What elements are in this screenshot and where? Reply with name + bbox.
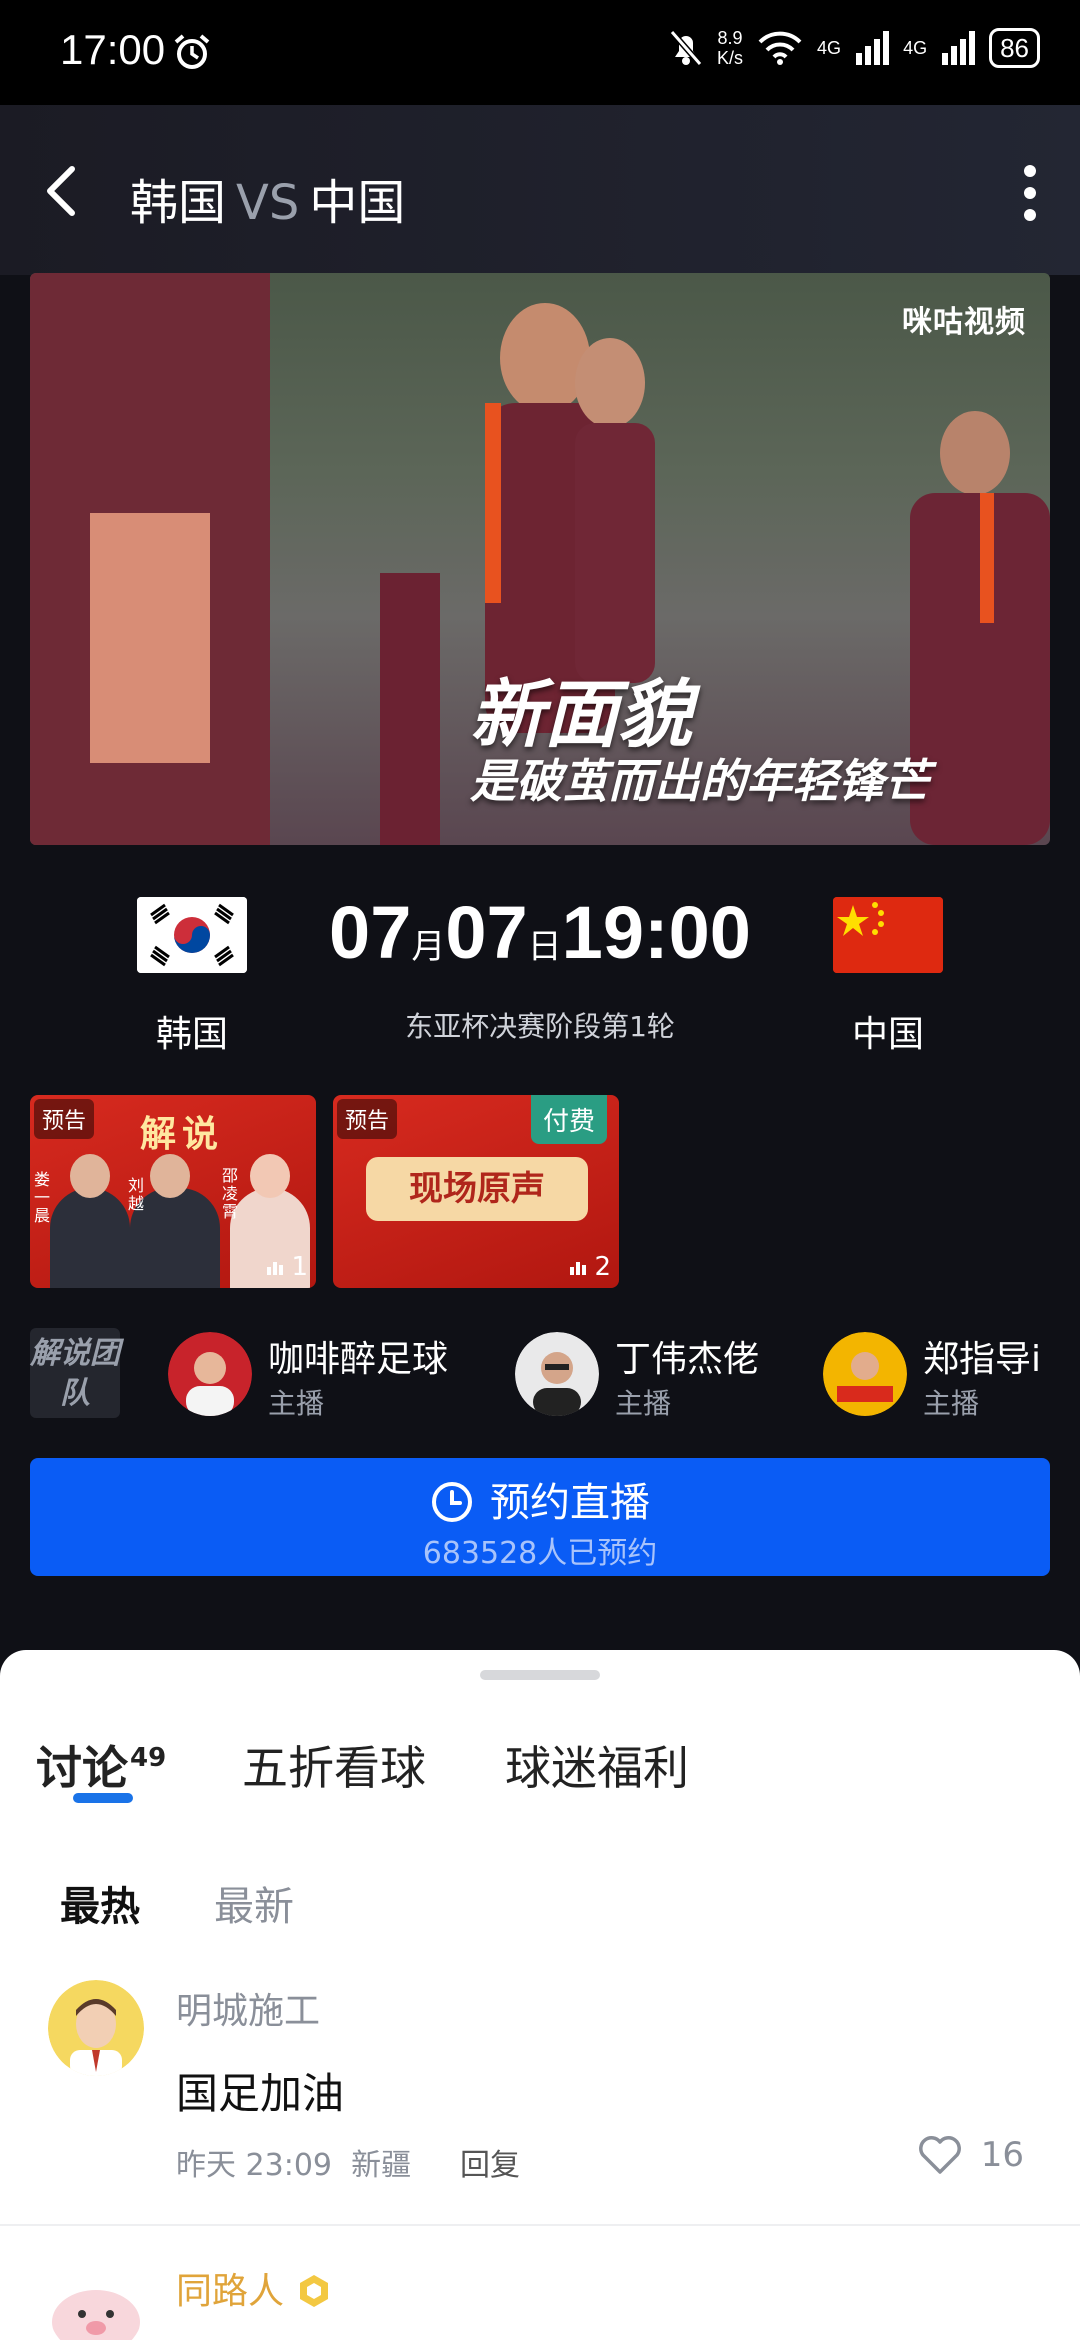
comment-divider (0, 2224, 1080, 2226)
active-tab-indicator (73, 1793, 133, 1803)
reply-button[interactable]: 回复 (460, 2140, 520, 2184)
title-away-team: 中国 (309, 175, 406, 231)
commentator-team-label: 解说团队 (30, 1328, 120, 1418)
commentator-name-1: 娄一晨 (34, 1170, 51, 1225)
live-audio-stream-card[interactable]: 预告 付费 现场原声 2 (333, 1095, 619, 1288)
sort-newest[interactable]: 最新 (214, 1874, 294, 1932)
match-datetime: 07月07日19:00 (329, 891, 751, 974)
anchor-role: 主播 (615, 1387, 672, 1420)
anchor-role: 主播 (268, 1387, 325, 1420)
signal-type-2: 4G (903, 37, 928, 58)
card-title: 解说 (140, 1114, 225, 1155)
mute-bell-icon (669, 30, 703, 66)
signal-bars-icon-1 (856, 31, 890, 65)
status-icons: 8.9 K/s 4G 4G 86 (669, 28, 1040, 68)
tab-half-price[interactable]: 五折看球 (242, 1732, 426, 1798)
user-avatar[interactable] (48, 2260, 144, 2340)
clock-icon (432, 1482, 472, 1522)
comment-username[interactable]: 同路人 (176, 2262, 332, 2314)
tab-fan-benefits[interactable]: 球迷福利 (505, 1732, 689, 1798)
video-player[interactable]: 咪咕视频 新面貌 是破茧而出的年轻锋芒 (30, 273, 1050, 845)
card-badge: 现场原声 (366, 1157, 588, 1221)
commentary-stream-card[interactable]: 预告 解说 娄一晨 刘越 邵凌霄 1 (30, 1095, 316, 1288)
heart-icon (918, 2136, 961, 2174)
comment-meta: 昨天 23:09 新疆 (176, 2140, 411, 2184)
comment-text: 国足加油 (176, 2069, 345, 2118)
anchor-avatar (823, 1332, 907, 1416)
back-arrow-icon[interactable] (40, 163, 84, 219)
video-watermark: 咪咕视频 (902, 306, 1026, 339)
more-options-icon[interactable] (1020, 163, 1040, 223)
title-vs: VS (236, 175, 300, 231)
page-title: 韩国 VS 中国 (130, 163, 405, 233)
tab-discussion[interactable]: 讨论49 (36, 1732, 166, 1798)
match-round: 东亚杯决赛阶段第1轮 (405, 1010, 675, 1043)
sheet-drag-handle[interactable] (480, 1670, 600, 1680)
paid-badge: 付费 (530, 1095, 607, 1144)
discussion-sheet: 讨论49 五折看球 球迷福利 最热 最新 明城施工 国足加油 昨天 23:09 … (0, 1650, 1080, 2340)
comment-location: 新疆 (351, 2148, 412, 2183)
wifi-icon (758, 31, 802, 65)
anchor-name: 郑指导i (923, 1339, 1042, 1380)
sort-hottest[interactable]: 最热 (60, 1874, 140, 1932)
comment-time: 昨天 23:09 (176, 2148, 332, 2183)
screen: { "status_bar": { "time": "17:00", "spee… (0, 0, 1080, 2340)
vip-badge-icon (300, 2275, 329, 2307)
anchor-name: 丁伟杰佬 (615, 1339, 760, 1380)
user-avatar[interactable] (48, 1980, 144, 2076)
viewer-count: 2 (570, 1252, 611, 1282)
anchor-item[interactable]: 咖啡醉足球 主播 (168, 1330, 488, 1420)
comment-username[interactable]: 明城施工 (176, 1982, 320, 2034)
reserve-label-row: 预约直播 (30, 1470, 1050, 1528)
like-count: 16 (980, 2135, 1024, 2175)
commentator-photo (50, 1154, 130, 1288)
bar-chart-icon (267, 1262, 284, 1275)
signal-bars-icon-2 (942, 31, 976, 65)
commentator-name-3: 邵凌霄 (222, 1166, 239, 1221)
title-home-team: 韩国 (130, 175, 227, 231)
anchor-avatar (168, 1332, 252, 1416)
discussion-count: 49 (130, 1743, 167, 1773)
network-speed: 8.9 K/s (717, 28, 744, 68)
status-bar: 17:00 8.9 K/s 4G 4G 86 (0, 0, 1080, 105)
status-time: 17:00 (60, 26, 166, 73)
anchor-name: 咖啡醉足球 (268, 1339, 449, 1380)
commentator-name-2: 刘越 (128, 1176, 145, 1213)
alarm-icon (174, 34, 210, 69)
like-button[interactable]: 16 (917, 2134, 1024, 2176)
viewer-count: 1 (267, 1252, 308, 1282)
preview-tag: 预告 (34, 1099, 95, 1139)
anchor-item[interactable]: 郑指导i 主播 (823, 1330, 1050, 1420)
bar-chart-icon (570, 1262, 587, 1275)
video-caption-line2: 是破茧而出的年轻锋芒 (470, 754, 930, 808)
preview-tag: 预告 (337, 1099, 398, 1139)
reserve-live-button[interactable]: 预约直播 683528人已预约 (30, 1458, 1050, 1576)
reserve-count: 683528人已预约 (422, 1536, 658, 1571)
anchor-avatar (515, 1332, 599, 1416)
anchor-role: 主播 (923, 1387, 980, 1420)
top-bar: 韩国 VS 中国 (0, 105, 1080, 275)
battery-icon: 86 (989, 28, 1040, 68)
signal-type-1: 4G (817, 37, 842, 58)
anchor-item[interactable]: 丁伟杰佬 主播 (515, 1330, 815, 1420)
reserve-label: 预约直播 (490, 1480, 650, 1526)
